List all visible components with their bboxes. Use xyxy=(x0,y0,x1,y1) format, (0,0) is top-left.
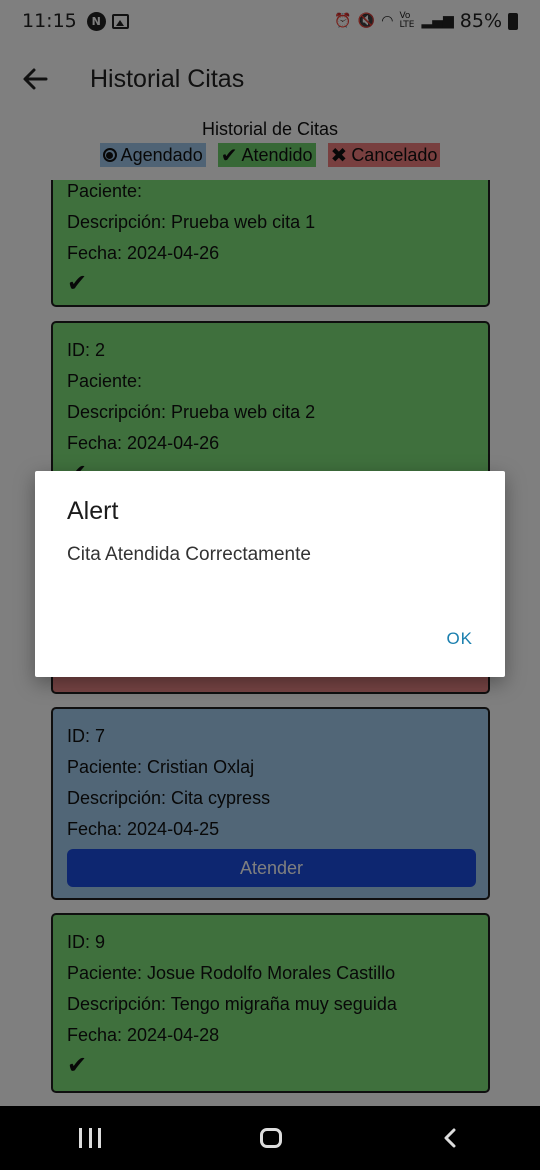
home-icon[interactable] xyxy=(259,1128,282,1148)
dialog-title: Alert xyxy=(67,497,119,525)
recents-icon[interactable] xyxy=(79,1128,102,1148)
ok-button[interactable]: OK xyxy=(446,629,473,649)
system-nav-bar xyxy=(0,1106,540,1170)
dialog-message: Cita Atendida Correctamente xyxy=(67,544,311,565)
alert-dialog: Alert Cita Atendida Correctamente OK xyxy=(35,471,505,677)
back-icon[interactable] xyxy=(441,1128,461,1148)
